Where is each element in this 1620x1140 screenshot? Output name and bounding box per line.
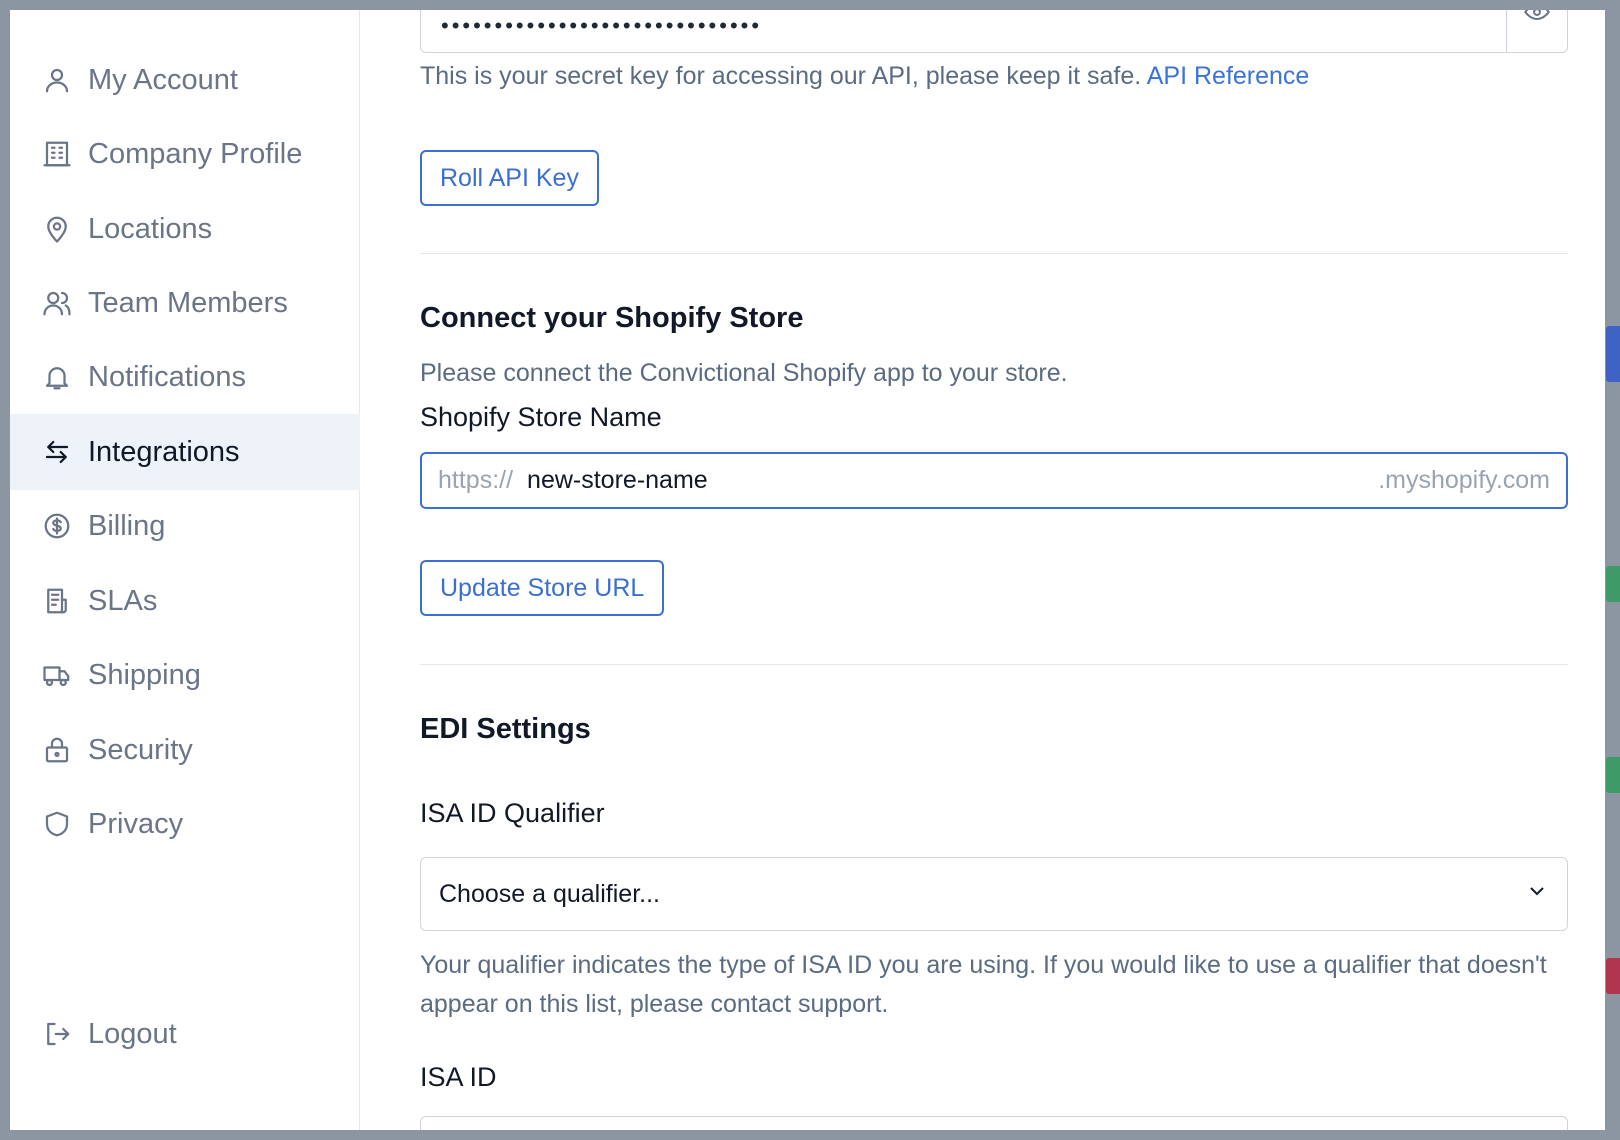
- shopify-store-input[interactable]: https:// new-store-name .myshopify.com: [420, 452, 1568, 509]
- isa-id-label: ISA ID: [420, 1062, 497, 1092]
- sidebar-item-shipping[interactable]: Shipping: [10, 637, 360, 713]
- sidebar-item-notifications[interactable]: Notifications: [10, 339, 360, 415]
- isa-qualifier-help: Your qualifier indicates the type of ISA…: [420, 951, 1547, 1018]
- eye-icon: [1523, 10, 1551, 31]
- sidebar-item-security[interactable]: Security: [10, 712, 360, 788]
- bell-icon: [42, 362, 72, 392]
- api-key-input[interactable]: ••••••••••••••••••••••••••••••: [420, 10, 1568, 53]
- sidebar-item-locations[interactable]: Locations: [10, 191, 360, 267]
- logout-icon: [42, 1019, 72, 1049]
- document-icon: [42, 586, 72, 616]
- sidebar-item-privacy[interactable]: Privacy: [10, 786, 360, 862]
- shopify-store-label: Shopify Store Name: [420, 402, 662, 432]
- url-suffix: .myshopify.com: [1378, 466, 1550, 494]
- background-badge-blue: [1606, 326, 1620, 382]
- update-store-url-button[interactable]: Update Store URL: [420, 560, 665, 616]
- users-icon: [42, 288, 72, 318]
- sidebar-item-label: SLAs: [88, 584, 158, 617]
- background-badge-red: [1606, 958, 1620, 994]
- divider: [420, 664, 1568, 665]
- sidebar-item-label: Billing: [88, 509, 166, 542]
- show-key-button[interactable]: [1506, 10, 1567, 52]
- chevron-down-icon: [1525, 879, 1549, 910]
- sidebar-item-label: Integrations: [88, 435, 240, 468]
- truck-icon: [42, 660, 72, 690]
- api-reference-link[interactable]: API Reference: [1147, 62, 1310, 90]
- sidebar-item-label: Privacy: [88, 807, 184, 840]
- settings-modal: My Account Company Profile Locations Tea…: [10, 10, 1605, 1130]
- settings-sidebar: My Account Company Profile Locations Tea…: [10, 10, 360, 1130]
- building-icon: [42, 139, 72, 169]
- isa-qualifier-label: ISA ID Qualifier: [420, 798, 605, 828]
- shopify-description: Please connect the Convictional Shopify …: [420, 359, 1068, 387]
- sidebar-item-label: Team Members: [88, 286, 288, 319]
- sidebar-item-integrations[interactable]: Integrations: [10, 414, 360, 490]
- url-prefix: https://: [438, 466, 514, 494]
- sidebar-item-label: Security: [88, 733, 193, 766]
- api-key-help-text: This is your secret key for accessing ou…: [420, 62, 1142, 90]
- sidebar-item-label: Company Profile: [88, 137, 303, 170]
- store-name-value: new-store-name: [527, 466, 708, 494]
- shield-icon: [42, 809, 72, 839]
- background-badge-green: [1606, 566, 1620, 602]
- user-icon: [42, 65, 72, 95]
- lock-icon: [42, 735, 72, 765]
- roll-api-key-button[interactable]: Roll API Key: [420, 150, 599, 206]
- integrations-content: •••••••••••••••••••••••••••••• This is y…: [420, 10, 1568, 1130]
- divider: [420, 253, 1568, 254]
- arrows-swap-icon: [42, 437, 72, 467]
- logout-button[interactable]: Logout: [10, 996, 360, 1072]
- edi-section-title: EDI Settings: [420, 713, 591, 745]
- sidebar-item-label: Notifications: [88, 360, 246, 393]
- background-badge-green-2: [1606, 757, 1620, 793]
- shopify-section-title: Connect your Shopify Store: [420, 302, 804, 334]
- map-pin-icon: [42, 214, 72, 244]
- logout-label: Logout: [88, 1017, 177, 1050]
- sidebar-item-label: My Account: [88, 63, 238, 96]
- sidebar-item-my-account[interactable]: My Account: [10, 42, 360, 118]
- dollar-circle-icon: [42, 511, 72, 541]
- sidebar-item-label: Locations: [88, 212, 213, 245]
- api-key-help: This is your secret key for accessing ou…: [420, 57, 1309, 96]
- api-key-value: ••••••••••••••••••••••••••••••: [441, 12, 763, 38]
- sidebar-item-slas[interactable]: SLAs: [10, 563, 360, 639]
- isa-id-input[interactable]: [420, 1116, 1568, 1130]
- sidebar-item-team-members[interactable]: Team Members: [10, 265, 360, 341]
- isa-qualifier-select[interactable]: Choose a qualifier...: [420, 857, 1568, 931]
- sidebar-item-company-profile[interactable]: Company Profile: [10, 116, 360, 192]
- sidebar-item-billing[interactable]: Billing: [10, 488, 360, 564]
- isa-qualifier-value: Choose a qualifier...: [439, 879, 660, 908]
- sidebar-item-label: Shipping: [88, 658, 201, 691]
